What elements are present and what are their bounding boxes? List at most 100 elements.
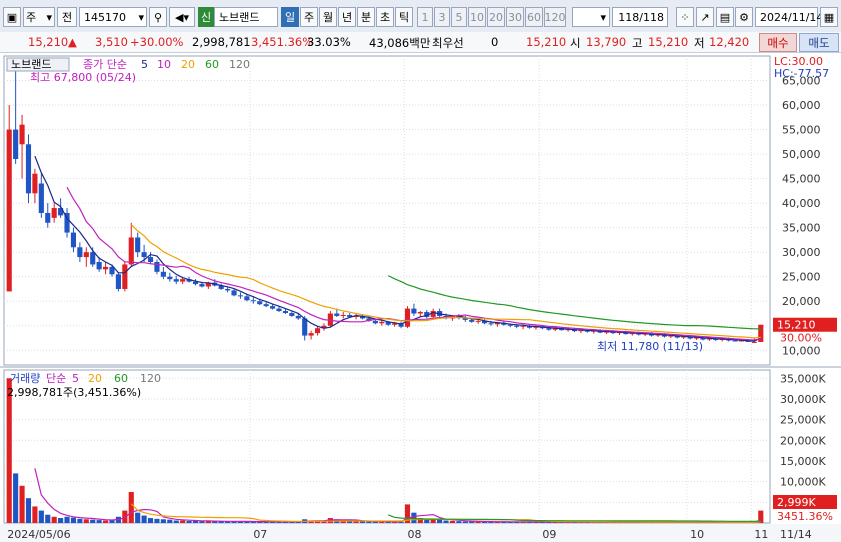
candle-body <box>411 308 417 314</box>
volume-bar <box>77 518 83 523</box>
tab-period-4[interactable]: 분 <box>357 7 375 27</box>
open-label: 시 <box>570 36 581 50</box>
volume-value: 2,998,781 <box>192 35 251 49</box>
volume-bar <box>141 515 147 523</box>
volume-legend-item-2: 5 <box>72 372 79 385</box>
volume-bar <box>109 520 115 523</box>
low-value: 15,210 <box>648 35 689 49</box>
tab-minute-20[interactable]: 20 <box>487 7 505 27</box>
tab-period-1[interactable]: 주 <box>300 7 318 27</box>
legend-item-1: 5 <box>141 58 148 71</box>
tab-minute-3[interactable]: 3 <box>434 7 450 27</box>
candle-body <box>302 318 308 336</box>
layout-icon[interactable]: ▣ <box>3 7 21 27</box>
tab-period-0[interactable]: 일 <box>281 7 299 27</box>
volume-bar <box>192 520 199 523</box>
x-axis-label: 10 <box>690 528 704 541</box>
volume-tick-label: 30,000K <box>780 393 826 406</box>
candle-body <box>257 301 263 305</box>
candle-body <box>25 144 32 194</box>
volume-bar <box>180 520 186 523</box>
high-note: 최고 67,800 (05/24) <box>30 71 136 84</box>
legend-item-0: 종가 단순 <box>83 58 127 71</box>
price-tick-label: 45,000 <box>782 173 821 186</box>
volume-tick-label: 20,000K <box>780 434 826 447</box>
code-input[interactable]: 145170 ▾ <box>79 7 147 27</box>
candle-body <box>147 257 154 262</box>
candle-body <box>372 320 378 324</box>
volume-bar <box>443 520 449 523</box>
save-icon[interactable]: ▤ <box>716 7 734 27</box>
volume-bar <box>70 517 77 523</box>
search-icon[interactable]: ⚲ <box>149 7 167 27</box>
current-price-text: 15,210 <box>777 319 816 332</box>
candle-body <box>102 266 109 270</box>
count-field[interactable]: 118/118 <box>612 7 668 27</box>
tab-minute-10[interactable]: 10 <box>468 7 486 27</box>
tab-minute-30[interactable]: 30 <box>506 7 524 27</box>
trend-icon[interactable]: ↗ <box>696 7 714 27</box>
stock-name-field[interactable]: 노브랜드 <box>214 7 278 27</box>
open-value: 15,210 <box>526 35 567 49</box>
candle-body <box>314 328 321 334</box>
volume-bar <box>411 512 417 523</box>
tab-period-6[interactable]: 틱 <box>395 7 413 27</box>
volume-bar <box>25 498 32 523</box>
candle-body <box>237 295 244 297</box>
date-field[interactable]: 2024/11/14 <box>755 7 823 27</box>
code-value: 145170 <box>84 10 126 24</box>
candle-body <box>282 311 289 314</box>
speaker-icon[interactable]: ◀▾ <box>169 7 195 27</box>
amount-value: 43,086백만 <box>369 36 431 50</box>
tab-period-5[interactable]: 초 <box>376 7 394 27</box>
volume-bar <box>173 520 179 523</box>
candle-body <box>417 312 423 314</box>
volume-current-note: 2,998,781주(3,451.36%) <box>7 386 141 399</box>
volume-legend-item-5: 120 <box>140 372 161 385</box>
volume-bar <box>38 510 44 523</box>
volume-tick-label: 10,000K <box>780 476 826 489</box>
chevron-down-icon: ▾ <box>46 10 52 24</box>
candle-body <box>263 304 269 307</box>
chevron-down-icon: ▾ <box>600 10 606 24</box>
volume-bar <box>102 520 109 523</box>
market-tag-badge: 신 <box>198 7 214 27</box>
tab-minute-120[interactable]: 120 <box>544 7 566 27</box>
candle-body <box>122 264 128 289</box>
volume-bar <box>19 485 25 523</box>
tab-period-2[interactable]: 월 <box>319 7 337 27</box>
candle-body <box>250 300 256 302</box>
candle-body <box>115 274 121 289</box>
tab-period-3[interactable]: 년 <box>338 7 356 27</box>
count-total: /118 <box>639 10 664 24</box>
volume-bar <box>160 519 166 523</box>
candle-body <box>475 320 481 322</box>
buy-button[interactable]: 매수 <box>759 33 797 52</box>
low-label: 저 <box>694 36 705 50</box>
gear-icon[interactable]: ⚙ <box>735 7 753 27</box>
volume-ratio: 3,451.36% <box>251 35 314 49</box>
type-select[interactable]: 전 <box>57 7 77 27</box>
candle-body <box>77 247 83 258</box>
candle-body <box>32 173 38 194</box>
candle-body <box>231 290 237 296</box>
tab-minute-5[interactable]: 5 <box>451 7 467 27</box>
market-select[interactable]: 주 ▾ <box>23 7 55 27</box>
interval-select[interactable]: ▾ <box>572 7 610 27</box>
candle-body <box>340 314 346 316</box>
volume-bar <box>469 521 475 523</box>
calendar-icon[interactable]: ▦ <box>820 7 838 27</box>
candle-body <box>90 252 96 265</box>
volume-current-text: 2,999K <box>777 496 816 509</box>
grid-icon[interactable]: ⁘ <box>676 7 694 27</box>
price-tick-label: 60,000 <box>782 99 821 112</box>
candle-body <box>751 341 757 343</box>
volume-bar <box>64 516 70 523</box>
volume-legend-item-1: 단순 <box>46 372 66 385</box>
candle-body <box>128 237 134 265</box>
tab-minute-60[interactable]: 60 <box>525 7 543 27</box>
tab-minute-1[interactable]: 1 <box>417 7 433 27</box>
candle-body <box>38 183 44 213</box>
stock-chart[interactable]: 65,00060,00055,00050,00045,00040,00035,0… <box>0 53 841 542</box>
sell-button[interactable]: 매도 <box>799 33 839 52</box>
